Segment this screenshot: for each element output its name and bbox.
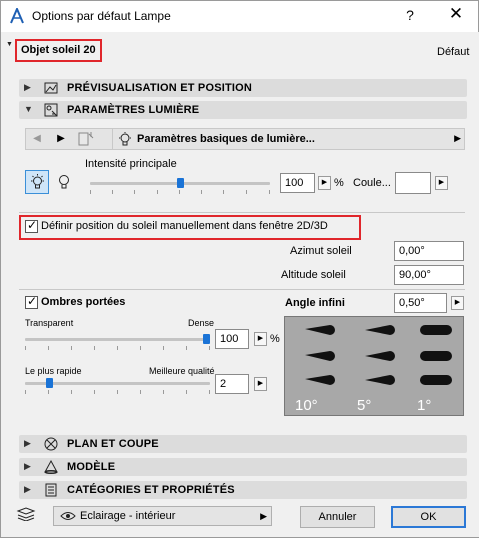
angle-field[interactable]: 0,50° [394,293,447,313]
window-title: Options par défaut Lampe [32,9,171,23]
intensity-ticks [90,190,270,194]
dropdown-arrow-icon: ▶ [454,133,461,143]
altitude-field[interactable]: 90,00° [394,265,464,285]
expand-arrow-icon: ▶ [24,82,31,92]
next-page-icon[interactable]: ▶ [50,129,72,149]
light-bulb-icon [119,132,131,146]
view-select[interactable]: Eclairage - intérieur ▶ [53,506,272,526]
page-select-label: Paramètres basiques de lumière... [137,133,315,145]
help-button[interactable]: ? [403,7,417,23]
eye-icon [60,512,76,520]
density-slider-track [25,338,210,341]
section-model-label: MODÈLE [67,461,116,473]
altitude-label: Altitude soleil [281,269,346,281]
archicad-app-icon [10,8,24,24]
quality-slider-thumb[interactable] [46,378,53,388]
density-stepper[interactable]: ▶ [254,332,267,346]
categories-icon [45,483,57,497]
sun-bulb-icon [31,174,44,189]
density-slider[interactable] [25,334,210,344]
shadows-label: Ombres portées [41,296,126,308]
section-light-params-label: PARAMÈTRES LUMIÈRE [67,104,200,116]
density-unit: % [270,333,280,345]
color-swatch[interactable] [395,172,431,194]
section-preview[interactable]: ▶ PRÉVISUALISATION ET POSITION [19,79,467,97]
angle-preview-label: 5° [357,397,372,414]
intensity-slider-thumb[interactable] [177,178,184,188]
page-toolbar: ◀ ▶ Paramètres basiques de lumière... ▶ [25,128,465,150]
cancel-button[interactable]: Annuler [300,506,375,528]
section-light-params[interactable]: ▼ PARAMÈTRES LUMIÈRE [19,101,467,119]
section-model[interactable]: ▶ MODÈLE [19,458,467,476]
quality-ticks [25,390,210,394]
default-label: Défaut [437,46,470,58]
checkmark-icon: ✓ [27,294,38,308]
sun-position-label: Définir position du soleil manuellement … [41,220,328,232]
bulb-icon[interactable] [55,172,73,192]
density-field[interactable]: 100 [215,329,249,349]
favorites-icon[interactable] [76,131,96,147]
close-button[interactable]: ✕ [447,4,465,24]
section-preview-label: PRÉVISUALISATION ET POSITION [67,82,253,94]
preview-position-icon [44,82,58,94]
intensity-stepper[interactable]: ▶ [318,176,331,190]
quality-slider[interactable] [25,378,210,388]
expand-arrow-icon: ▶ [24,438,31,448]
separator [19,289,465,290]
light-params-icon [44,103,58,117]
angle-preview-label: 1° [417,397,432,414]
shadow-preview-graphic [305,325,452,385]
angle-preview-label: 10° [295,397,318,414]
intensity-label: Intensité principale [85,158,177,170]
page-select[interactable]: Paramètres basiques de lumière... ▶ [112,129,464,149]
section-categories[interactable]: ▶ CATÉGORIES ET PROPRIÉTÉS [19,481,467,499]
section-plan-label: PLAN ET COUPE [67,438,159,450]
quality-field[interactable]: 2 [215,374,249,394]
best-quality-label: Meilleure qualité [149,366,215,376]
section-categories-label: CATÉGORIES ET PROPRIÉTÉS [67,484,235,496]
transparent-label: Transparent [25,318,74,328]
density-slider-thumb[interactable] [203,334,210,344]
plan-section-icon [44,437,58,451]
sun-light-toggle[interactable] [25,170,49,194]
dropdown-arrow-icon: ▶ [260,511,267,521]
view-select-label: Eclairage - intérieur [80,510,176,522]
quality-stepper[interactable]: ▶ [254,377,267,391]
sun-position-checkbox[interactable]: ✓ [25,218,38,233]
title-bar: Options par défaut Lampe ? ✕ [1,1,478,32]
shadows-checkbox[interactable]: ✓ [25,294,38,309]
azimut-field[interactable]: 0,00° [394,241,464,261]
ok-button[interactable]: OK [391,506,466,528]
model-icon [44,459,58,474]
section-plan[interactable]: ▶ PLAN ET COUPE [19,435,467,453]
fastest-label: Le plus rapide [25,366,82,376]
color-stepper[interactable]: ▶ [435,176,448,190]
dense-label: Dense [188,318,215,328]
shadow-angle-preview: 10° 5° 1° [284,316,464,416]
expand-arrow-icon: ▶ [24,461,31,471]
azimut-label: Azimut soleil [290,245,352,257]
angle-label: Angle infini [285,297,345,309]
options-dialog: Options par défaut Lampe ? ✕ ▼ Objet sol… [0,0,479,538]
expand-arrow-icon: ▶ [24,484,31,494]
previous-page-icon[interactable]: ◀ [26,129,48,149]
color-label: Coule... [353,177,391,189]
floor-plan-icon [16,507,36,521]
intensity-field[interactable]: 100 [280,173,315,193]
angle-stepper[interactable]: ▶ [451,296,464,310]
intensity-slider[interactable] [90,178,270,188]
panel-collapse-icon[interactable]: ▼ [6,41,13,48]
object-name: Objet soleil 20 [15,39,102,62]
checkmark-icon: ✓ [27,218,38,232]
separator [19,212,465,213]
density-ticks [25,346,210,350]
collapse-arrow-icon: ▼ [24,104,33,114]
intensity-unit: % [334,177,344,189]
